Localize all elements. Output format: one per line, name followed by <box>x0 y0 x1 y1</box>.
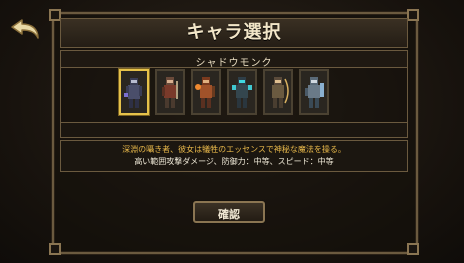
page-title: キャラ選択 <box>186 22 282 43</box>
fire-mage-portrait <box>195 77 215 108</box>
divider-bar <box>60 122 408 138</box>
character-description-box: 深淵の囁き者、彼女は犠牲のエッセンスで神秘な魔法を操る。 高い範囲攻撃ダメージ、… <box>60 140 408 172</box>
confirm-button[interactable]: 確認 <box>193 201 265 223</box>
character-slot-shadow-monk[interactable] <box>119 69 149 115</box>
archer-portrait <box>272 77 289 108</box>
character-slot-archer[interactable] <box>263 69 293 115</box>
frost-knight-portrait <box>232 77 252 108</box>
character-slot-warrior[interactable] <box>155 69 185 115</box>
paladin-portrait <box>305 77 324 108</box>
character-row <box>119 69 343 117</box>
back-button[interactable] <box>8 18 42 44</box>
shadow-monk-portrait <box>124 78 142 108</box>
warrior-portrait <box>162 77 178 108</box>
character-stats-text: 高い範囲攻撃ダメージ、防御力：中等、スピード：中等 <box>134 157 334 166</box>
confirm-button-label: 確認 <box>218 208 240 221</box>
frame-corner-bottom-right <box>407 243 419 255</box>
character-slot-fire-mage[interactable] <box>191 69 221 115</box>
title-bar: キャラ選択 <box>60 18 408 48</box>
frame-corner-top-right <box>407 9 419 21</box>
character-lore-text: 深淵の囁き者、彼女は犠牲のエッセンスで神秘な魔法を操る。 <box>122 145 346 154</box>
frame-corner-bottom-left <box>49 243 61 255</box>
back-arrow-icon <box>11 19 39 39</box>
character-slot-paladin[interactable] <box>299 69 329 115</box>
character-slot-frost-knight[interactable] <box>227 69 257 115</box>
